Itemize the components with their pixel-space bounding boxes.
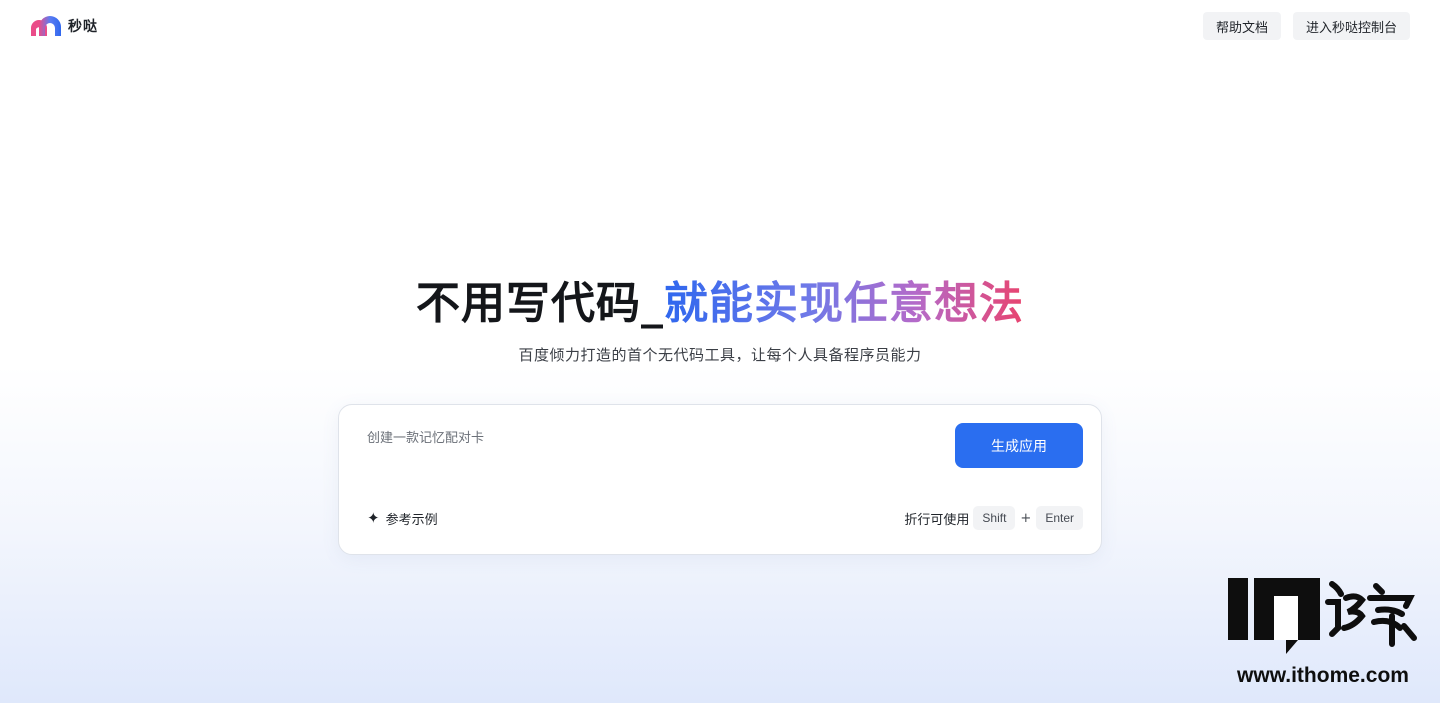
generate-app-button[interactable]: 生成应用 bbox=[955, 423, 1083, 468]
top-bar: 秒哒 帮助文档 进入秒哒控制台 bbox=[0, 0, 1440, 52]
ithome-url: www.ithome.com bbox=[1237, 664, 1409, 687]
examples-label: 参考示例 bbox=[385, 513, 438, 528]
hero-title: 不用写代码_就能实现任意想法 bbox=[0, 275, 1440, 333]
prompt-input[interactable] bbox=[367, 427, 927, 487]
miaoda-logo-icon bbox=[31, 16, 61, 36]
ithome-watermark: www.ithome.com bbox=[1228, 576, 1418, 691]
sparkle-icon: ✦ bbox=[367, 509, 380, 527]
hero-title-gradient: 就能实现任意想法 bbox=[664, 278, 1024, 329]
prompt-card: 生成应用 ✦ 参考示例 折行可使用 Shift + Enter bbox=[338, 404, 1102, 555]
hero-subtitle: 百度倾力打造的首个无代码工具，让每个人具备程序员能力 bbox=[518, 346, 922, 364]
brand[interactable]: 秒哒 bbox=[30, 16, 98, 36]
hero-title-dark: 不用写代码_ bbox=[416, 278, 664, 329]
brand-name: 秒哒 bbox=[68, 19, 98, 35]
plus-sign: + bbox=[1020, 510, 1032, 526]
shift-key-badge: Shift bbox=[973, 506, 1016, 530]
ithome-logo-icon bbox=[1228, 578, 1417, 654]
top-actions: 帮助文档 进入秒哒控制台 bbox=[1202, 12, 1410, 40]
enter-console-button[interactable]: 进入秒哒控制台 bbox=[1292, 12, 1410, 40]
help-docs-button[interactable]: 帮助文档 bbox=[1202, 12, 1281, 40]
hint-label: 折行可使用 bbox=[904, 512, 970, 528]
enter-key-badge: Enter bbox=[1036, 506, 1083, 530]
examples-button[interactable]: ✦ 参考示例 bbox=[367, 509, 438, 529]
line-break-hint: 折行可使用 Shift + Enter bbox=[904, 506, 1083, 530]
